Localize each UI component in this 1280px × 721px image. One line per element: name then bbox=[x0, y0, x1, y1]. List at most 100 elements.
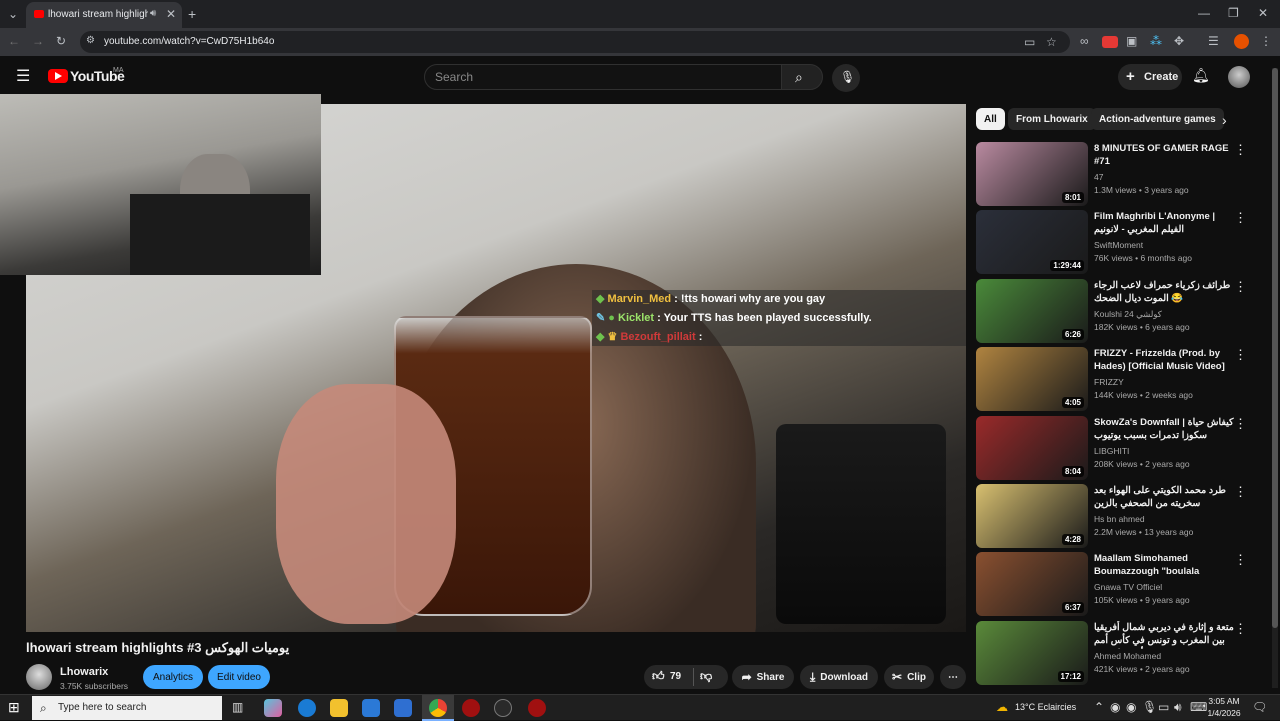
recommended-video-title[interactable]: 8 MINUTES OF GAMER RAGE #71 bbox=[1094, 142, 1234, 168]
recommended-channel-name[interactable]: 47 bbox=[1094, 172, 1103, 182]
file-explorer-icon[interactable] bbox=[330, 699, 348, 717]
browser-tab[interactable]: lhowari stream highlights # 🔊︎ ✕ bbox=[26, 2, 182, 28]
thumbs-down-icon[interactable]: 👎︎ bbox=[700, 669, 712, 684]
download-button[interactable]: ⤓ Download bbox=[800, 665, 878, 689]
tray-app-icon[interactable]: ◉ bbox=[1110, 700, 1120, 714]
video-thumbnail[interactable]: 17:12 bbox=[976, 621, 1088, 685]
extension-glasses-icon[interactable]: ∞ bbox=[1080, 34, 1089, 48]
page-scrollbar[interactable] bbox=[1272, 68, 1278, 688]
clock-time[interactable]: 3:05 AM bbox=[1206, 696, 1242, 706]
recommended-video-title[interactable]: متعة و إثارة في ديربي شمال أفريقيا بين ا… bbox=[1094, 621, 1234, 649]
chrome-icon[interactable] bbox=[429, 699, 447, 717]
recommended-channel-name[interactable]: FRIZZY bbox=[1094, 377, 1124, 387]
site-info-icon[interactable]: ⚙ bbox=[86, 35, 95, 46]
video-thumbnail[interactable]: 8:04 bbox=[976, 416, 1088, 480]
chip-action-adventure[interactable]: Action-adventure games bbox=[1091, 108, 1224, 130]
chips-next-chevron-icon[interactable]: › bbox=[1222, 112, 1227, 128]
video-thumbnail[interactable]: 4:28 bbox=[976, 484, 1088, 548]
recommended-video[interactable]: 17:12 متعة و إثارة في ديربي شمال أفريقيا … bbox=[976, 621, 1256, 685]
recommended-channel-name[interactable]: SwiftMoment bbox=[1094, 240, 1143, 250]
restore-icon[interactable]: ❐ bbox=[1228, 6, 1239, 20]
back-icon[interactable]: ← bbox=[8, 34, 20, 48]
recommended-video[interactable]: 8:01 8 MINUTES OF GAMER RAGE #71 47 1.3M vi… bbox=[976, 142, 1256, 206]
recommended-video[interactable]: 4:28 طرد محمد الكويتي على الهواء بعد سخري… bbox=[976, 484, 1256, 548]
account-avatar[interactable] bbox=[1228, 66, 1250, 88]
bookmark-star-icon[interactable]: ☆ bbox=[1046, 35, 1057, 49]
scrollbar-thumb[interactable] bbox=[1272, 68, 1278, 628]
recommended-video-title[interactable]: Film Maghribi L'Anonyme | الفيلم المغربي… bbox=[1094, 210, 1234, 236]
tray-app-icon[interactable]: ◉ bbox=[1126, 700, 1136, 714]
cast-icon[interactable]: ▭ bbox=[1024, 35, 1035, 49]
recommended-channel-name[interactable]: Ahmed Mohamed bbox=[1094, 651, 1161, 661]
voice-search-button[interactable]: 🎙︎ bbox=[832, 64, 860, 92]
video-thumbnail[interactable]: 8:01 bbox=[976, 142, 1088, 206]
clock-date[interactable]: 1/4/2026 bbox=[1206, 708, 1242, 718]
video-thumbnail[interactable]: 1:29:44 bbox=[976, 210, 1088, 274]
microphone-tray-icon[interactable]: 🎙︎ bbox=[1142, 700, 1157, 714]
close-window-icon[interactable]: ✕ bbox=[1258, 6, 1268, 20]
recommended-video[interactable]: 6:37 Maallam Simohamed Boumazzough "boula… bbox=[976, 552, 1256, 616]
recommended-video-title[interactable]: طرائف زكرياء حمراف لاعب الرجاء 😂 الموت د… bbox=[1094, 279, 1234, 305]
network-icon[interactable]: ▭ bbox=[1158, 700, 1169, 714]
volume-icon[interactable]: 🔊︎ bbox=[1174, 700, 1182, 715]
app-icon[interactable] bbox=[528, 699, 546, 717]
speaker-icon[interactable]: 🔊︎ bbox=[150, 8, 156, 19]
url-field[interactable]: ⚙ youtube.com/watch?v=CwD75H1b64o ▭ ☆ bbox=[80, 31, 1070, 53]
more-vertical-icon[interactable]: ⋮ bbox=[1234, 210, 1247, 226]
search-input[interactable]: Search bbox=[424, 64, 782, 90]
more-vertical-icon[interactable]: ⋮ bbox=[1234, 484, 1247, 500]
edit-video-button[interactable]: Edit video bbox=[208, 665, 270, 689]
minimize-icon[interactable]: — bbox=[1198, 6, 1210, 20]
chip-from-channel[interactable]: From Lhowarix bbox=[1008, 108, 1096, 130]
puzzle-extensions-icon[interactable]: ✥ bbox=[1174, 34, 1184, 48]
tab-list-icon[interactable]: ⌄ bbox=[6, 7, 20, 21]
show-hidden-icons-icon[interactable]: ⌃ bbox=[1094, 700, 1104, 714]
edge-icon[interactable] bbox=[298, 699, 316, 717]
copilot-icon[interactable] bbox=[264, 699, 282, 717]
recommended-channel-name[interactable]: Gnawa TV Officiel bbox=[1094, 582, 1162, 592]
recommended-channel-name[interactable]: Hs bn ahmed bbox=[1094, 514, 1145, 524]
browser-menu-icon[interactable]: ⋮ bbox=[1260, 34, 1272, 48]
more-vertical-icon[interactable]: ⋮ bbox=[1234, 621, 1247, 637]
keyboard-icon[interactable]: ⌨ bbox=[1190, 700, 1207, 714]
video-thumbnail[interactable]: 4:05 bbox=[976, 347, 1088, 411]
adblock-icon[interactable] bbox=[1102, 36, 1118, 48]
recommended-video-title[interactable]: Maallam Simohamed Boumazzough "boulala f… bbox=[1094, 552, 1234, 580]
taskbar-search-input[interactable]: ⌕ Type here to search bbox=[32, 696, 222, 720]
chip-all[interactable]: All bbox=[976, 108, 1005, 130]
channel-name[interactable]: Lhowarix bbox=[60, 666, 108, 678]
more-vertical-icon[interactable]: ⋮ bbox=[1234, 279, 1247, 295]
recommended-video-title[interactable]: طرد محمد الكويتي على الهواء بعد سخريته م… bbox=[1094, 484, 1234, 510]
reading-list-icon[interactable]: ☰ bbox=[1208, 34, 1219, 48]
more-vertical-icon[interactable]: ⋮ bbox=[1234, 552, 1247, 568]
recommended-channel-name[interactable]: Koulshi 24 كولشي bbox=[1094, 309, 1162, 320]
weather-icon[interactable]: ☁ bbox=[996, 700, 1008, 714]
app-icon[interactable] bbox=[462, 699, 480, 717]
forward-icon[interactable]: → bbox=[32, 34, 44, 48]
weather-text[interactable]: 13°C Eclaircies bbox=[1015, 702, 1076, 712]
more-vertical-icon[interactable]: ⋮ bbox=[1234, 347, 1247, 363]
hamburger-menu-icon[interactable]: ☰ bbox=[16, 66, 30, 86]
video-thumbnail[interactable]: 6:26 bbox=[976, 279, 1088, 343]
share-button[interactable]: ➦ Share bbox=[732, 665, 794, 689]
recommended-video-title[interactable]: FRIZZY - Frizzelda (Prod. by Hades) [Off… bbox=[1094, 347, 1234, 373]
profile-avatar-icon[interactable] bbox=[1234, 34, 1249, 49]
recommended-video[interactable]: 8:04 SkowZa's Downfall | كيفاش حياة سكوزا… bbox=[976, 416, 1256, 480]
new-tab-icon[interactable]: + bbox=[188, 6, 196, 22]
notification-center-icon[interactable]: 🗨︎ bbox=[1252, 700, 1267, 714]
mail-icon[interactable] bbox=[394, 699, 412, 717]
reload-icon[interactable]: ↻ bbox=[56, 34, 66, 48]
channel-avatar[interactable] bbox=[26, 664, 52, 690]
analytics-button[interactable]: Analytics bbox=[143, 665, 203, 689]
more-vertical-icon[interactable]: ⋮ bbox=[1234, 142, 1247, 158]
close-tab-icon[interactable]: ✕ bbox=[166, 7, 176, 21]
notifications-bell-icon[interactable]: 🔔︎ bbox=[1192, 67, 1210, 84]
4k-downloader-icon[interactable] bbox=[494, 699, 512, 717]
recommended-video[interactable]: 6:26 طرائف زكرياء حمراف لاعب الرجاء 😂 الم… bbox=[976, 279, 1256, 343]
more-vertical-icon[interactable]: ⋮ bbox=[1234, 416, 1247, 432]
task-view-icon[interactable]: ▥ bbox=[232, 700, 243, 714]
create-button[interactable]: + Create bbox=[1118, 64, 1182, 90]
recommended-channel-name[interactable]: LIBGHITI bbox=[1094, 446, 1129, 456]
translate-extension-icon[interactable]: ⁂ bbox=[1150, 34, 1162, 48]
recommended-video[interactable]: 4:05 FRIZZY - Frizzelda (Prod. by Hades) … bbox=[976, 347, 1256, 411]
